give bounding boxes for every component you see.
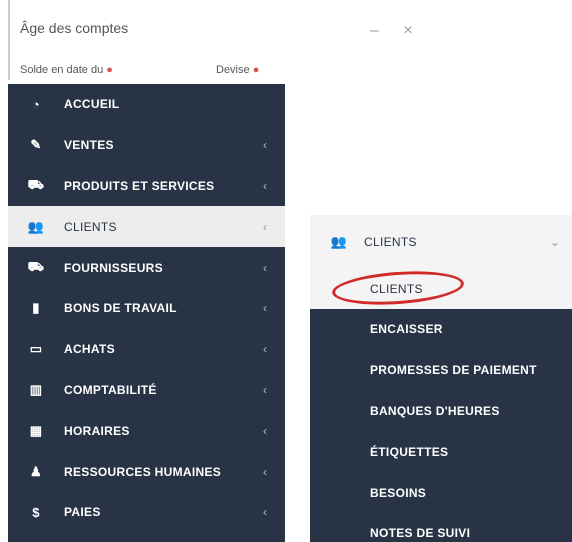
main-sidebar: ◔ ACCUEIL ✎ VENTES ‹ ⛟ PRODUITS ET SERVI… [8, 84, 285, 542]
sidebar-item-label: PRODUITS ET SERVICES [64, 178, 215, 193]
submenu-item-label: CLIENTS [370, 282, 423, 296]
submenu-item-encaisser[interactable]: ENCAISSER [310, 309, 572, 350]
file-icon: ▮ [32, 300, 40, 316]
sidebar-item-label: PAIES [64, 505, 101, 520]
sidebar-item-accueil[interactable]: ◔ ACCUEIL [8, 84, 285, 125]
sidebar-item-label: VENTES [64, 138, 114, 153]
submenu-item-notes-de-suivi[interactable]: NOTES DE SUIVI [310, 513, 572, 542]
submenu-item-label: BANQUES D'HEURES [370, 403, 500, 418]
warning-icon: ● [252, 64, 260, 76]
users-icon: 👥 [330, 234, 348, 249]
sidebar-item-paies[interactable]: $ PAIES ‹ [8, 492, 285, 533]
sidebar-item-achats[interactable]: ▭ ACHATS ‹ [8, 329, 285, 370]
sidebar-item-comptabilite[interactable]: ▥ COMPTABILITÉ ‹ [8, 370, 285, 411]
dialog-edge [8, 0, 10, 80]
chevron-left-icon: ‹ [263, 464, 268, 479]
dialog-subtitle: Solde en date du ● Devise ● [20, 64, 270, 76]
chevron-left-icon: ‹ [263, 423, 268, 438]
sidebar-item-label: CLIENTS [64, 219, 117, 234]
chevron-left-icon: ‹ [263, 342, 268, 357]
submenu-item-label: ENCAISSER [370, 322, 443, 337]
edit-icon: ✎ [30, 137, 42, 153]
chevron-left-icon: ‹ [263, 219, 268, 234]
currency-label: Devise [216, 64, 250, 76]
sidebar-item-label: BONS DE TRAVAIL [64, 301, 177, 316]
dialog-title: Âge des comptes [20, 20, 129, 36]
chevron-left-icon: ‹ [263, 382, 268, 397]
chevron-left-icon: ‹ [263, 260, 268, 275]
sidebar-item-ventes[interactable]: ✎ VENTES ‹ [8, 125, 285, 166]
submenu-item-etiquettes[interactable]: ÉTIQUETTES [310, 431, 572, 472]
users-icon: 👥 [27, 218, 45, 234]
sidebar-item-label: ACCUEIL [64, 97, 120, 112]
dollar-icon: $ [32, 504, 40, 520]
sidebar-item-fournisseurs[interactable]: ⛟ FOURNISSEURS ‹ [8, 247, 285, 288]
sidebar-item-label: RESSOURCES HUMAINES [64, 464, 222, 479]
calendar-icon: ▦ [29, 422, 43, 438]
clients-submenu-panel: 👥 CLIENTS ⌄ CLIENTS ENCAISSER PROMESSES … [310, 215, 572, 542]
dashboard-icon: ◔ [31, 96, 41, 112]
submenu-item-promesses-de-paiement[interactable]: PROMESSES DE PAIEMENT [310, 350, 572, 391]
currency-label-wrap: Devise ● [216, 64, 259, 76]
sidebar-item-clients[interactable]: 👥 CLIENTS ‹ [8, 206, 285, 248]
truck-icon: ⛟ [27, 258, 45, 274]
sidebar-item-label: ACHATS [64, 342, 115, 357]
sidebar-item-label: HORAIRES [64, 423, 130, 438]
chevron-left-icon: ‹ [263, 301, 268, 316]
submenu-item-banques-d-heures[interactable]: BANQUES D'HEURES [310, 391, 572, 432]
submenu-item-label: PROMESSES DE PAIEMENT [370, 363, 537, 378]
sidebar-item-label: FOURNISSEURS [64, 260, 163, 275]
bar-chart-icon: ▥ [29, 381, 43, 397]
dialog-window-controls[interactable]: – × [370, 22, 423, 40]
sidebar-item-label: COMPTABILITÉ [64, 382, 157, 397]
credit-card-icon: ▭ [29, 341, 43, 357]
submenu-item-clients[interactable]: CLIENTS [310, 267, 572, 309]
submenu-item-besoins[interactable]: BESOINS [310, 472, 572, 513]
cart-icon: ⛟ [27, 176, 45, 192]
warning-icon: ● [106, 64, 113, 76]
sidebar-item-bons-de-travail[interactable]: ▮ BONS DE TRAVAIL ‹ [8, 288, 285, 329]
submenu-item-label: NOTES DE SUIVI [370, 526, 471, 541]
submenu-item-label: BESOINS [370, 485, 427, 500]
sidebar-item-ressources-humaines[interactable]: ♟ RESSOURCES HUMAINES ‹ [8, 451, 285, 492]
chevron-down-icon: ⌄ [550, 235, 561, 249]
user-icon: ♟ [30, 463, 42, 479]
chevron-left-icon: ‹ [263, 505, 268, 520]
balance-date-label: Solde en date du [20, 64, 104, 76]
submenu-header-label: CLIENTS [364, 235, 417, 249]
sidebar-item-produits-et-services[interactable]: ⛟ PRODUITS ET SERVICES ‹ [8, 166, 285, 207]
submenu-header-clients[interactable]: 👥 CLIENTS ⌄ [310, 215, 572, 269]
chevron-left-icon: ‹ [263, 138, 268, 153]
submenu-item-label: ÉTIQUETTES [370, 444, 449, 459]
sidebar-item-horaires[interactable]: ▦ HORAIRES ‹ [8, 410, 285, 451]
chevron-left-icon: ‹ [263, 178, 268, 193]
